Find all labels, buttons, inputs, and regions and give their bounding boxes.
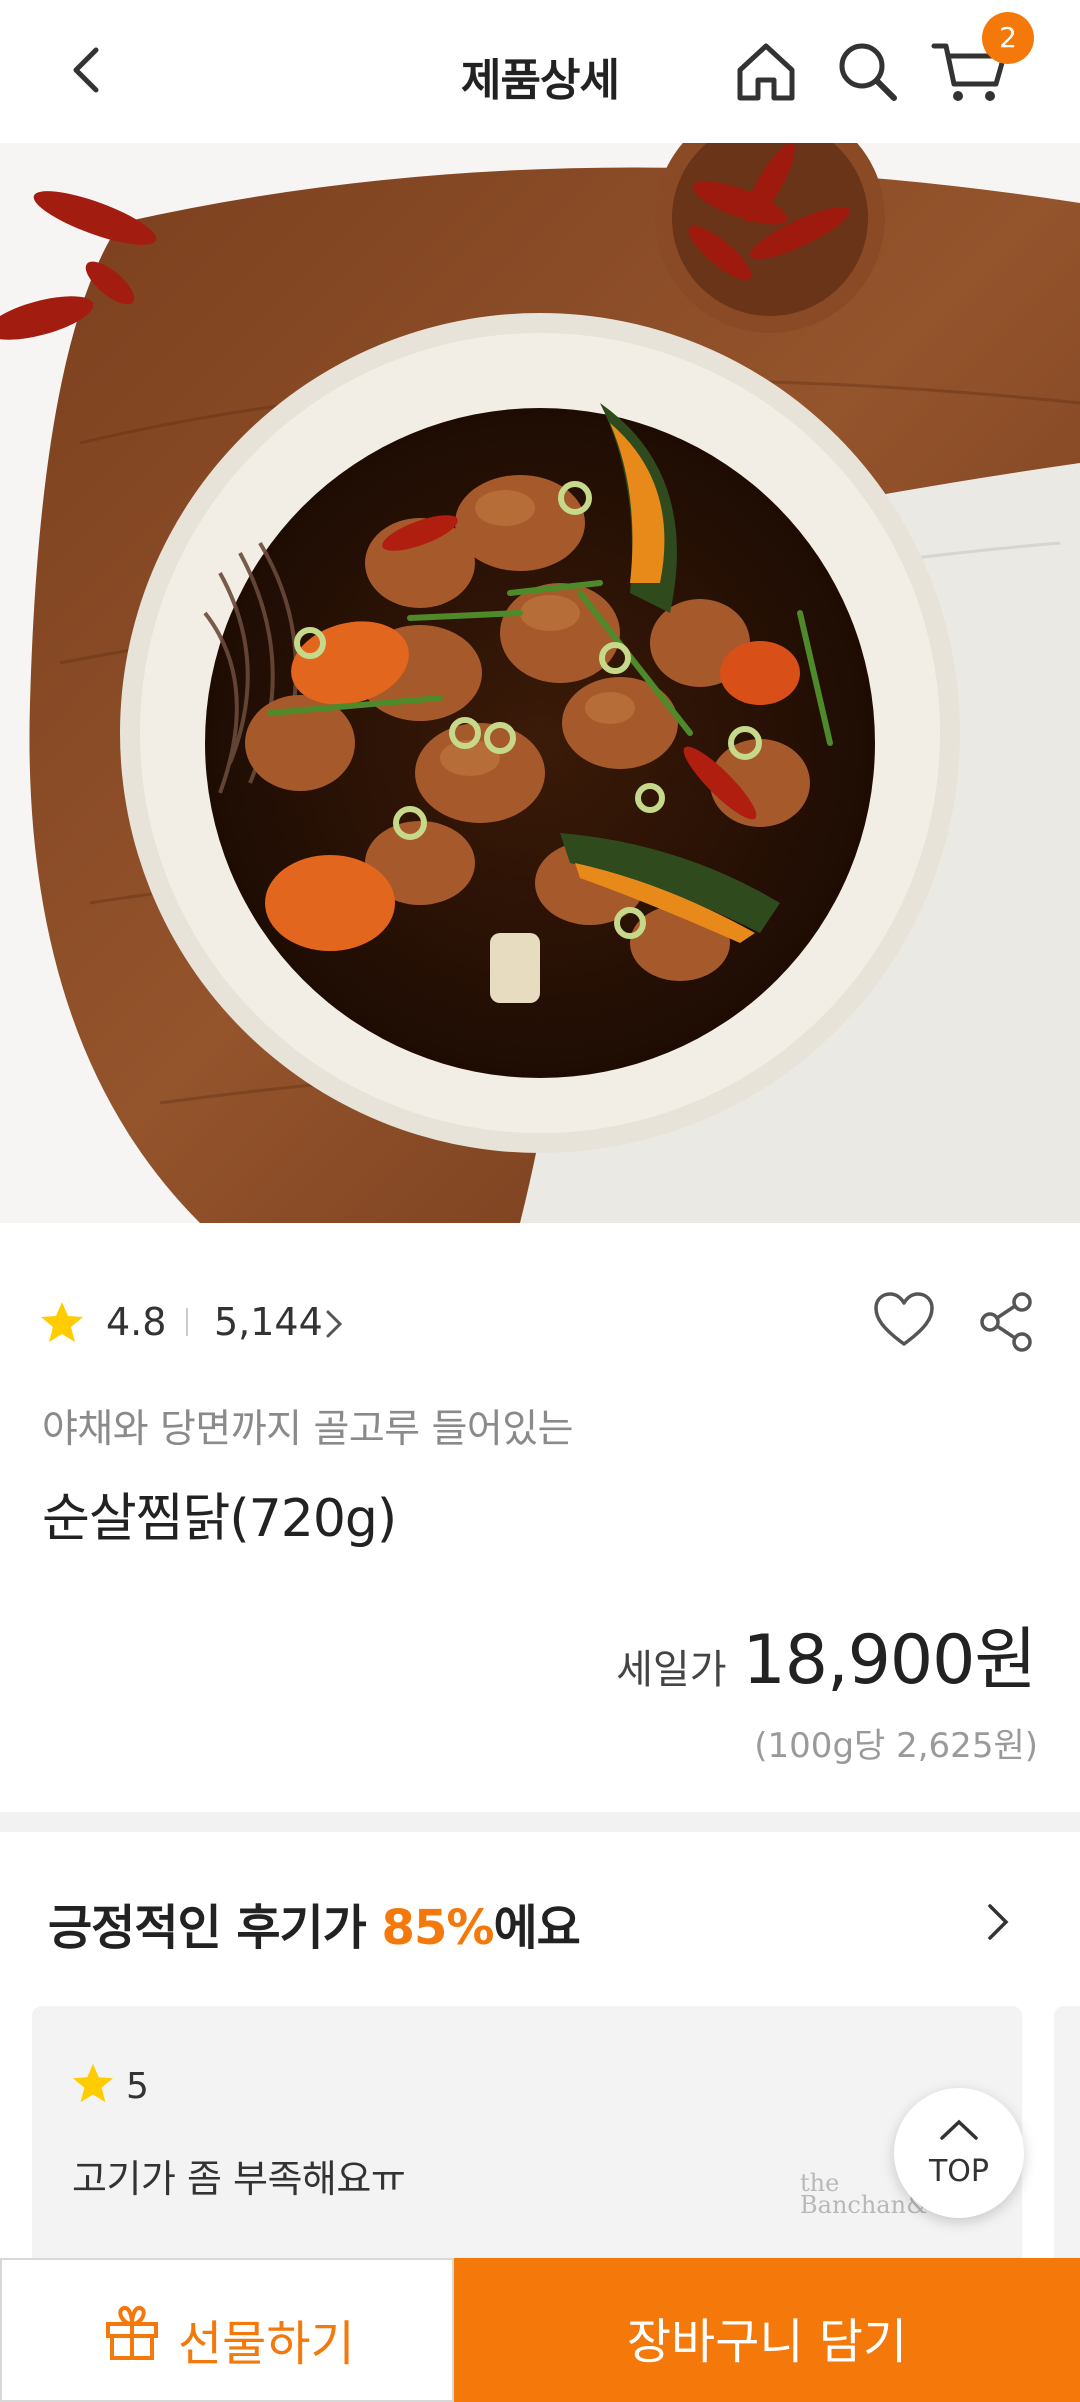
gift-button[interactable]: 선물하기 bbox=[0, 2258, 454, 2402]
unit-price: (100g당 2,625원) bbox=[754, 1726, 1038, 1766]
price-label: 세일가 bbox=[616, 1647, 727, 1693]
chevron-up-icon bbox=[940, 2119, 978, 2140]
divider bbox=[186, 1308, 188, 1336]
star-icon bbox=[72, 2063, 114, 2103]
chevron-right-icon[interactable] bbox=[984, 1900, 1012, 1944]
search-icon[interactable] bbox=[832, 36, 904, 108]
home-icon[interactable] bbox=[730, 36, 802, 108]
section-divider bbox=[0, 1812, 1080, 1832]
brand-logo-line: Banchan& bbox=[800, 2191, 928, 2219]
app-header: 제품상세 2 bbox=[0, 0, 1080, 143]
star-icon bbox=[41, 1302, 83, 1342]
add-to-cart-button[interactable]: 장바구니 담기 bbox=[454, 2258, 1080, 2402]
rating-value: 4.8 bbox=[106, 1300, 167, 1344]
gift-icon bbox=[106, 2306, 158, 2360]
bottom-action-bar: 선물하기 장바구니 담기 bbox=[0, 2258, 1080, 2402]
heart-icon[interactable] bbox=[872, 1290, 936, 1350]
gift-button-label: 선물하기 bbox=[178, 2316, 355, 2372]
add-to-cart-label: 장바구니 담기 bbox=[626, 2314, 908, 2370]
share-icon[interactable] bbox=[976, 1290, 1036, 1354]
price-row: 세일가 18,900원 bbox=[616, 1604, 1037, 1700]
product-subtitle: 야채와 당면까지 골고루 들어있는 bbox=[42, 1407, 574, 1452]
scroll-top-button[interactable]: TOP bbox=[894, 2088, 1024, 2218]
positive-percent: 85% bbox=[381, 1900, 495, 1956]
price-value: 18,900원 bbox=[742, 1621, 1037, 1700]
product-name: 순살찜닭(720g) bbox=[42, 1489, 397, 1549]
page-title: 제품상세 bbox=[461, 55, 620, 106]
rating-row: 4.8 5,144 bbox=[40, 1292, 1040, 1352]
review-heading-suffix: 에요 bbox=[493, 1900, 580, 1956]
review-count-link[interactable]: 5,144 bbox=[214, 1300, 323, 1344]
chevron-right-icon[interactable] bbox=[322, 1308, 346, 1340]
review-text: 고기가 좀 부족해요ㅠ bbox=[72, 2157, 406, 2201]
review-heading-prefix: 긍정적인 후기가 bbox=[48, 1900, 382, 1956]
scroll-top-label: TOP bbox=[928, 2154, 990, 2189]
review-score: 5 bbox=[126, 2066, 149, 2107]
product-image bbox=[0, 143, 1080, 1223]
cart-count-badge: 2 bbox=[982, 12, 1034, 64]
review-summary-heading[interactable]: 긍정적인 후기가 85%에요 bbox=[48, 1888, 581, 1958]
